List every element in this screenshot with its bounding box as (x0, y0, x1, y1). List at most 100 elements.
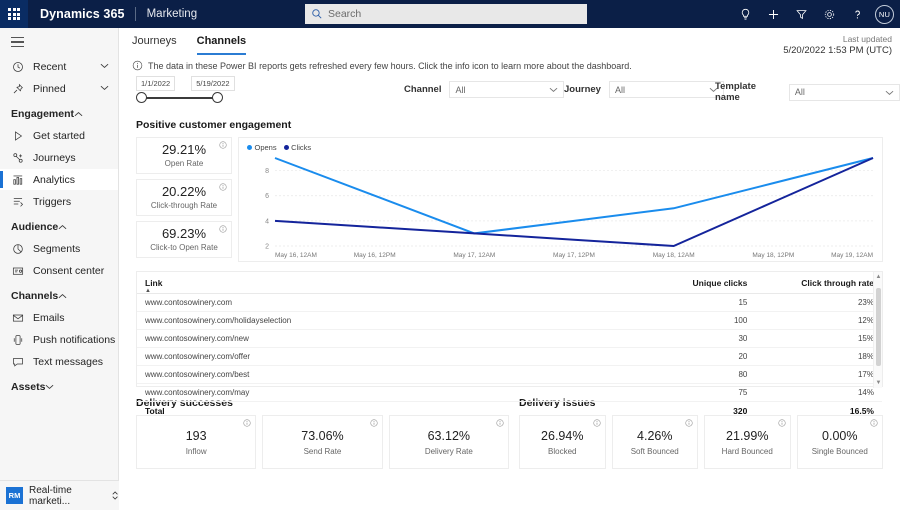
metric-label: Send Rate (303, 446, 342, 456)
tab-channels[interactable]: Channels (196, 35, 246, 55)
delivery-success-card-send-rate[interactable]: 73.06% Send Rate (262, 415, 383, 469)
cell-link: www.contosowinery.com/may (137, 383, 599, 402)
column-header-link[interactable]: Link ▲ (137, 272, 599, 294)
filter-icon[interactable] (788, 1, 814, 27)
cell-click-through-rate: 12% (755, 311, 882, 330)
plus-icon[interactable] (760, 1, 786, 27)
sidebar-item-label: Get started (33, 129, 85, 142)
delivery-issue-card-blocked[interactable]: 26.94% Blocked (519, 415, 606, 469)
info-icon[interactable] (685, 419, 693, 427)
sidebar-item-label: Consent center (33, 264, 105, 277)
info-icon[interactable] (219, 141, 227, 149)
table-body: www.contosowinery.com 15 23% www.contosowin… (137, 293, 882, 421)
scroll-up-icon[interactable]: ▲ (876, 274, 882, 280)
sidebar-item-emails[interactable]: Emails (0, 307, 118, 328)
info-icon[interactable] (219, 225, 227, 233)
sidebar-item-pinned[interactable]: Pinned (0, 78, 118, 99)
sidebar-item-segments[interactable]: Segments (0, 238, 118, 259)
avatar[interactable]: NU (875, 4, 894, 24)
delivery-issue-card-single-bounced[interactable]: 0.00% Single Bounced (796, 415, 883, 469)
top-navigation-bar: Dynamics 365 Marketing NU (0, 0, 900, 28)
table-row[interactable]: www.contosowinery.com/holidayselection 10… (137, 311, 882, 330)
sidebar-group-audience[interactable]: Audience (0, 216, 118, 238)
info-icon[interactable] (132, 60, 143, 71)
question-icon[interactable] (844, 1, 870, 27)
slider-handle-right[interactable] (212, 92, 223, 103)
metric-label: Delivery Rate (424, 446, 473, 456)
column-header-unique-clicks[interactable]: Unique clicks (598, 272, 756, 294)
date-range-slider[interactable]: 1/1/2022 5/19/2022 (136, 76, 286, 103)
sidebar-item-analytics[interactable]: Analytics (0, 169, 118, 191)
info-icon[interactable] (219, 183, 227, 191)
metric-value: 21.99% (726, 428, 769, 443)
scrollbar-thumb[interactable] (876, 288, 881, 366)
filter-channel-select[interactable]: All (449, 81, 565, 98)
info-icon[interactable] (496, 419, 504, 427)
table-row[interactable]: www.contosowinery.com/may 75 14% (137, 383, 882, 402)
cell-unique-clicks: 30 (598, 329, 756, 348)
consent-icon-wrap (11, 264, 25, 278)
chevron-down-icon (46, 385, 54, 390)
info-icon[interactable] (592, 419, 601, 427)
metric-value: 193 (185, 428, 207, 443)
info-icon[interactable] (870, 419, 878, 427)
sidebar-item-label: Text messages (33, 355, 104, 368)
updown-chevron-icon (112, 491, 118, 500)
sidebar-group-channels[interactable]: Channels (0, 285, 118, 307)
phone-icon (13, 334, 23, 345)
slider-track[interactable] (136, 92, 223, 103)
legend-item-opens[interactable]: Opens (247, 143, 277, 152)
search-input[interactable] (328, 8, 581, 20)
kpi-click-through-rate[interactable]: 20.22% Click-through Rate (136, 179, 232, 216)
scroll-down-icon[interactable]: ▼ (876, 380, 882, 386)
filter-template-select[interactable]: All (788, 83, 900, 101)
date-from-value[interactable]: 1/1/2022 (136, 76, 176, 91)
column-header-click-through-rate[interactable]: Click through rate (755, 272, 882, 294)
sidebar-item-recent[interactable]: Recent (0, 56, 118, 77)
legend-item-clicks[interactable]: Clicks (283, 143, 312, 152)
legend-label: Clicks (291, 143, 312, 152)
delivery-success-card-delivery-rate[interactable]: 63.12% Delivery Rate (388, 415, 509, 469)
menu-icon[interactable] (0, 28, 118, 56)
sidebar-item-consent-center[interactable]: Consent center (0, 260, 118, 281)
filter-journey-select[interactable]: All (608, 81, 724, 98)
kpi-open-rate[interactable]: 29.21% Open Rate (136, 137, 232, 174)
app-launcher-icon[interactable] (0, 0, 28, 28)
sidebar-item-push-notifications[interactable]: Push notifications (0, 329, 118, 350)
info-icon[interactable] (243, 419, 251, 427)
engagement-line-chart[interactable]: Opens Clicks 2 4 6 8 May 16, 12AM May 16, 12PM… (238, 137, 883, 262)
global-search[interactable] (305, 4, 587, 24)
sidebar-item-text-messages[interactable]: Text messages (0, 351, 118, 372)
cell-click-through-rate: 23% (755, 293, 882, 312)
sidebar-group-assets[interactable]: Assets (0, 376, 118, 398)
column-label: Link (145, 278, 163, 288)
sidebar-item-get-started[interactable]: Get started (0, 125, 118, 146)
journeys-icon (13, 152, 23, 163)
gear-icon[interactable] (816, 1, 842, 27)
slider-handle-left[interactable] (136, 92, 147, 103)
metric-label: Single Bounced (811, 446, 868, 456)
filter-journey-label: Journey (564, 84, 601, 95)
area-switcher[interactable]: RM Real-time marketi... (0, 480, 119, 510)
table-row[interactable]: www.contosowinery.com 15 23% (137, 293, 882, 312)
delivery-issue-card-hard-bounced[interactable]: 21.99% Hard Bounced (704, 415, 791, 469)
table-row[interactable]: www.contosowinery.com/best 80 17% (137, 365, 882, 384)
info-icon[interactable] (370, 419, 378, 427)
table-row[interactable]: www.contosowinery.com/offer 20 18% (137, 347, 882, 366)
filter-template-name: Template name All (715, 81, 900, 103)
sidebar-item-journeys[interactable]: Journeys (0, 147, 118, 168)
tab-journeys[interactable]: Journeys (132, 35, 177, 55)
info-icon[interactable] (777, 419, 786, 427)
chart-legend: Opens Clicks (247, 143, 311, 152)
kpi-click-to-open-rate[interactable]: 69.23% Click-to Open Rate (136, 221, 232, 258)
lightbulb-icon[interactable] (732, 1, 758, 27)
delivery-issue-card-soft-bounced[interactable]: 4.26% Soft Bounced (611, 415, 698, 469)
table-scrollbar[interactable]: ▲ ▼ (873, 272, 882, 388)
sidebar-item-triggers[interactable]: Triggers (0, 191, 118, 212)
date-to-value[interactable]: 5/19/2022 (191, 76, 235, 91)
cell-click-through-rate: 15% (755, 329, 882, 348)
sidebar-group-engagement[interactable]: Engagement (0, 103, 118, 125)
kpi-column: 29.21% Open Rate 20.22% Click-through Ra… (136, 137, 232, 262)
table-row[interactable]: www.contosowinery.com/new 30 15% (137, 329, 882, 348)
delivery-success-card-inflow[interactable]: 193 Inflow (136, 415, 257, 469)
